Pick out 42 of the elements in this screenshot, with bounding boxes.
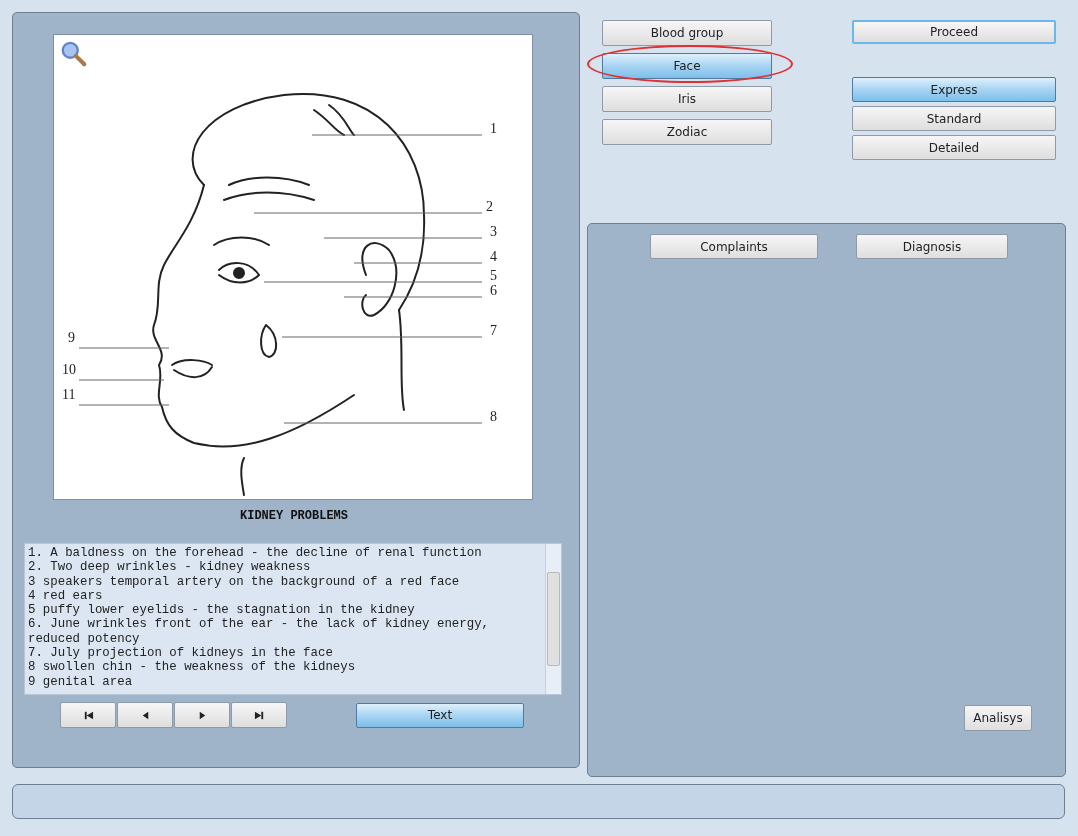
proceed-button[interactable]: Proceed bbox=[852, 20, 1056, 44]
callout-number: 3 bbox=[490, 224, 497, 239]
description-line: 5 puffy lower eyelids - the stagnation in the kidney bbox=[28, 603, 416, 618]
description-line: 6. June wrinkles front of the ear - the lack of kidney energy, reduced potency bbox=[28, 617, 490, 647]
method-tab[interactable]: Blood group bbox=[602, 20, 772, 46]
description-line: 3 speakers temporal artery on the background of a red face bbox=[28, 574, 461, 589]
callout-number: 8 bbox=[490, 409, 497, 424]
panel-tab[interactable]: Complaints bbox=[650, 234, 818, 259]
callout-number: 4 bbox=[490, 249, 497, 264]
description-line: 9 genital area bbox=[28, 674, 134, 689]
callout-number: 11 bbox=[62, 387, 76, 402]
description-line: 4 red ears bbox=[28, 588, 104, 604]
skip-back-icon bbox=[82, 709, 94, 721]
description-line: 2. Two deep wrinkles - kidney weakness bbox=[28, 560, 312, 575]
scroll-thumb[interactable] bbox=[547, 572, 560, 666]
panel-tab[interactable]: Diagnosis bbox=[856, 234, 1008, 259]
mode-option[interactable]: Standard bbox=[852, 106, 1056, 131]
previous-page-button[interactable] bbox=[117, 702, 173, 728]
description-line: 7. July projection of kidneys in the face bbox=[28, 646, 334, 661]
callout-number: 6 bbox=[490, 283, 497, 298]
magnifier-icon[interactable] bbox=[60, 40, 88, 68]
callout-number: 5 bbox=[490, 268, 497, 283]
first-page-button[interactable] bbox=[60, 702, 116, 728]
mode-option[interactable]: Express bbox=[852, 77, 1056, 102]
text-button[interactable]: Text bbox=[356, 702, 524, 728]
method-tab[interactable]: Zodiac bbox=[602, 119, 772, 145]
description-line: 1. A baldness on the forehead - the decline of renal function bbox=[28, 546, 483, 561]
skip-forward-icon bbox=[253, 709, 265, 721]
analysis-button[interactable]: Analisys bbox=[964, 705, 1032, 731]
callout-number: 1 bbox=[490, 121, 497, 136]
description-line: 8 swollen chin - the weakness of the kidneys bbox=[28, 660, 357, 675]
callout-number: 10 bbox=[62, 362, 76, 377]
method-tab[interactable]: Iris bbox=[602, 86, 772, 112]
next-page-button[interactable] bbox=[174, 702, 230, 728]
callout-number: 7 bbox=[490, 323, 497, 338]
method-tab[interactable]: Face bbox=[602, 53, 772, 79]
last-page-button[interactable] bbox=[231, 702, 287, 728]
mode-option[interactable]: Detailed bbox=[852, 135, 1056, 160]
illustration-caption: KIDNEY PROBLEMS bbox=[240, 509, 349, 523]
scrollbar[interactable] bbox=[545, 544, 561, 694]
callout-number: 2 bbox=[486, 199, 493, 214]
callout-number: 9 bbox=[68, 330, 75, 345]
